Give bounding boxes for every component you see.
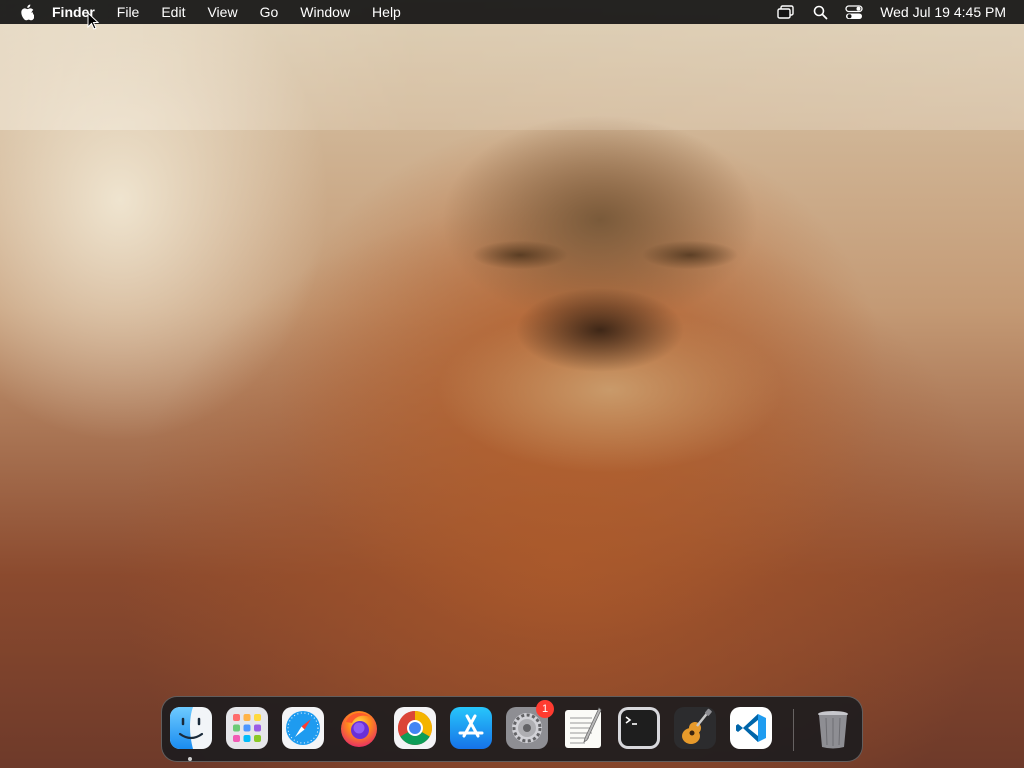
dock-garageband[interactable] xyxy=(673,706,717,750)
dock-chrome[interactable] xyxy=(393,706,437,750)
menu-file[interactable]: File xyxy=(117,0,140,24)
desktop-wallpaper xyxy=(0,0,1024,768)
trash-icon xyxy=(818,711,848,749)
dock-terminal[interactable] xyxy=(617,706,661,750)
firefox-icon xyxy=(341,711,377,747)
dock-separator xyxy=(793,709,794,751)
launchpad-icon xyxy=(226,707,268,749)
dock-finder[interactable] xyxy=(169,706,213,750)
dock-safari[interactable] xyxy=(281,706,325,750)
dock-app-store[interactable] xyxy=(449,706,493,750)
menu-bar-clock[interactable]: Wed Jul 19 4:45 PM xyxy=(880,4,1006,20)
finder-icon xyxy=(170,707,212,749)
dock-vscode[interactable] xyxy=(729,706,773,750)
dock: 1 xyxy=(161,696,863,762)
running-indicator xyxy=(188,757,192,761)
menu-view[interactable]: View xyxy=(207,0,237,24)
menu-bar: Finder File Edit View Go Window Help Wed… xyxy=(0,0,1024,24)
safari-icon xyxy=(282,707,324,749)
textedit-icon xyxy=(565,707,602,748)
menu-window[interactable]: Window xyxy=(300,0,350,24)
menu-edit[interactable]: Edit xyxy=(161,0,185,24)
vscode-icon xyxy=(730,707,772,749)
control-center-icon[interactable] xyxy=(844,2,864,22)
dock-trash[interactable] xyxy=(811,706,855,750)
dock-textedit[interactable] xyxy=(561,706,605,750)
menu-bar-status-area: Wed Jul 19 4:45 PM xyxy=(762,2,1006,22)
chrome-icon xyxy=(394,707,436,749)
garageband-icon xyxy=(674,707,716,749)
menu-go[interactable]: Go xyxy=(260,0,279,24)
screen-mirroring-icon[interactable] xyxy=(776,2,796,22)
dock-launchpad[interactable] xyxy=(225,706,269,750)
search-icon[interactable] xyxy=(810,2,830,22)
notification-badge: 1 xyxy=(536,700,554,718)
app-store-icon xyxy=(450,707,492,749)
apple-menu-icon[interactable] xyxy=(18,3,36,21)
mouse-cursor-icon xyxy=(87,12,99,30)
menu-help[interactable]: Help xyxy=(372,0,401,24)
dock-firefox[interactable] xyxy=(337,706,381,750)
terminal-icon xyxy=(618,707,660,749)
